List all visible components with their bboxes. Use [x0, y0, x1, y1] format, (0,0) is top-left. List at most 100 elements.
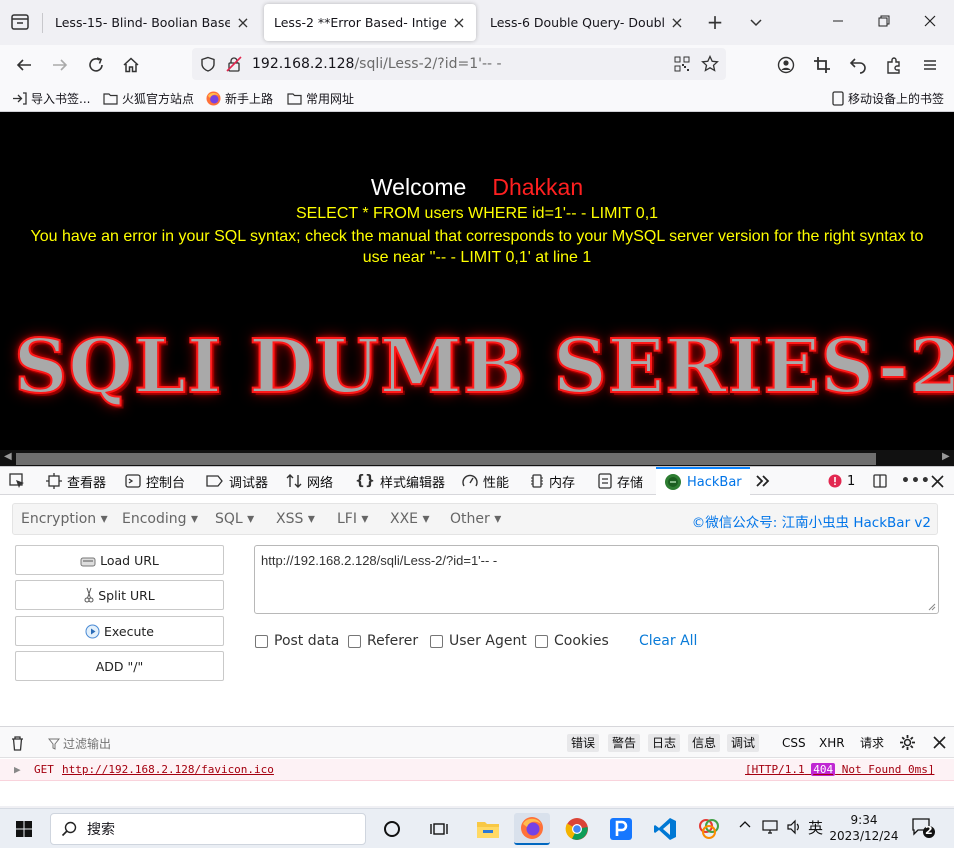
reload-button[interactable] — [82, 51, 110, 79]
console-filter-input[interactable]: 过滤输出 — [48, 735, 111, 752]
cookies-checkbox[interactable]: Cookies — [535, 633, 609, 649]
menu-xxe[interactable]: XXE ▾ — [390, 511, 430, 527]
element-picker-button[interactable] — [8, 467, 26, 495]
close-icon[interactable]: × — [670, 13, 684, 32]
bookmark-firefox-site[interactable]: 火狐官方站点 — [103, 89, 194, 107]
resize-handle-icon[interactable] — [926, 601, 936, 611]
scrollbar-thumb[interactable] — [16, 453, 876, 465]
list-all-tabs-button[interactable] — [8, 10, 32, 34]
post-data-checkbox[interactable]: Post data — [255, 633, 339, 649]
chevron-down-icon[interactable] — [744, 10, 768, 34]
new-tab-button[interactable]: + — [703, 10, 727, 34]
taskbar-vscode[interactable] — [647, 813, 683, 845]
load-url-button[interactable]: Load URL — [15, 545, 224, 575]
user-agent-checkbox[interactable]: User Agent — [430, 633, 527, 649]
checkbox-box[interactable] — [430, 634, 443, 648]
start-button[interactable] — [6, 813, 42, 845]
filter-warnings[interactable]: 警告 — [608, 734, 641, 752]
checkbox-box[interactable] — [255, 634, 268, 648]
tab-less-6[interactable]: Less-6 Double Query- Double Q × — [480, 4, 694, 41]
task-switch-button[interactable] — [421, 813, 457, 845]
undo-button[interactable] — [844, 51, 872, 79]
bookmark-common-sites[interactable]: 常用网址 — [287, 89, 354, 107]
error-count-badge[interactable]: 1 — [828, 467, 855, 495]
execute-button[interactable]: Execute — [15, 616, 224, 646]
tab-less-2[interactable]: Less-2 **Error Based- Intiger** × — [264, 4, 476, 41]
menu-encoding[interactable]: Encoding ▾ — [122, 511, 198, 527]
input-method-indicator[interactable]: 英 — [808, 817, 823, 838]
devtools-menu-button[interactable]: ••• — [901, 467, 931, 495]
extensions-button[interactable] — [880, 51, 908, 79]
account-button[interactable] — [772, 51, 800, 79]
referer-checkbox[interactable]: Referer — [348, 633, 418, 649]
tab-console[interactable]: 控制台 — [125, 467, 185, 495]
menu-sql[interactable]: SQL ▾ — [215, 511, 254, 527]
restore-button[interactable] — [869, 8, 899, 36]
menu-lfi[interactable]: LFI ▾ — [337, 511, 368, 527]
home-button[interactable] — [117, 51, 145, 79]
menu-button[interactable] — [916, 51, 944, 79]
tab-less-15[interactable]: Less-15- Blind- Boolian Based- × — [45, 4, 260, 41]
volume-icon[interactable] — [786, 819, 802, 839]
bookmark-import[interactable]: 导入书签... — [12, 89, 90, 107]
tab-network[interactable]: 网络 — [286, 467, 333, 495]
request-status[interactable]: [HTTP/1.1 404 Not Found 0ms] — [745, 763, 934, 776]
console-settings-gear-icon[interactable] — [899, 734, 916, 754]
tab-hackbar[interactable]: HackBar — [656, 467, 750, 495]
devtools-close-button[interactable] — [931, 467, 944, 495]
task-view-button[interactable] — [374, 813, 410, 845]
close-icon[interactable] — [933, 736, 946, 752]
tab-memory[interactable]: 内存 — [530, 467, 575, 495]
taskbar-pycharm[interactable] — [603, 813, 639, 845]
horizontal-scrollbar[interactable]: ◀ ▶ — [0, 450, 954, 466]
filter-errors[interactable]: 错误 — [567, 734, 600, 752]
split-url-button[interactable]: Split URL — [15, 580, 224, 610]
filter-xhr[interactable]: XHR — [819, 734, 845, 752]
back-button[interactable] — [10, 51, 38, 79]
forward-button[interactable] — [46, 51, 74, 79]
trash-icon[interactable] — [10, 735, 25, 754]
minimize-button[interactable] — [823, 8, 853, 36]
network-tray-icon[interactable] — [762, 819, 780, 839]
window-close-button[interactable] — [915, 8, 945, 36]
scroll-right-icon[interactable]: ▶ — [942, 451, 950, 462]
filter-debug[interactable]: 调试 — [727, 734, 760, 752]
tab-style-editor[interactable]: {} 样式编辑器 — [355, 467, 445, 495]
add-slash-button[interactable]: ADD "/" — [15, 651, 224, 681]
insecure-lock-icon[interactable] — [226, 56, 242, 72]
console-error-row[interactable]: ▶ GET http://192.168.2.128/favicon.ico [… — [0, 759, 954, 781]
taskbar-search[interactable]: 搜索 — [50, 813, 366, 845]
chevron-up-icon[interactable] — [739, 819, 751, 835]
taskbar-file-explorer[interactable] — [470, 813, 506, 845]
checkbox-box[interactable] — [535, 634, 548, 648]
bookmark-getting-started[interactable]: 新手上路 — [206, 89, 273, 107]
menu-other[interactable]: Other ▾ — [450, 511, 501, 527]
menu-xss[interactable]: XSS ▾ — [276, 511, 315, 527]
filter-info[interactable]: 信息 — [688, 734, 721, 752]
url-bar[interactable]: 192.168.2.128/sqli/Less-2/?id=1'-- - — [192, 48, 726, 80]
shield-icon[interactable] — [200, 56, 216, 72]
filter-logs[interactable]: 日志 — [648, 734, 681, 752]
filter-css[interactable]: CSS — [782, 734, 806, 752]
tab-debugger[interactable]: 调试器 — [206, 467, 268, 495]
clear-all-link[interactable]: Clear All — [639, 633, 697, 649]
bookmark-mobile[interactable]: 移动设备上的书签 — [832, 89, 944, 107]
checkbox-box[interactable] — [348, 634, 361, 648]
expand-triangle-icon[interactable]: ▶ — [14, 763, 21, 776]
filter-requests[interactable]: 请求 — [860, 734, 884, 752]
taskbar-colorful-app[interactable] — [691, 813, 727, 845]
tab-performance[interactable]: 性能 — [462, 467, 509, 495]
scroll-left-icon[interactable]: ◀ — [4, 451, 12, 462]
tab-storage[interactable]: 存储 — [598, 467, 643, 495]
notification-button[interactable]: 2 — [912, 817, 936, 843]
hackbar-url-input[interactable]: http://192.168.2.128/sqli/Less-2/?id=1'-… — [254, 545, 939, 614]
screenshot-button[interactable] — [808, 51, 836, 79]
close-icon[interactable]: × — [236, 13, 250, 32]
tab-inspector[interactable]: 查看器 — [46, 467, 106, 495]
taskbar-chrome[interactable] — [559, 813, 595, 845]
dock-toggle-button[interactable] — [872, 467, 888, 495]
taskbar-firefox[interactable] — [514, 813, 550, 845]
close-icon[interactable]: × — [452, 13, 466, 32]
qr-code-icon[interactable] — [674, 56, 690, 72]
bookmark-star-icon[interactable] — [701, 55, 719, 73]
